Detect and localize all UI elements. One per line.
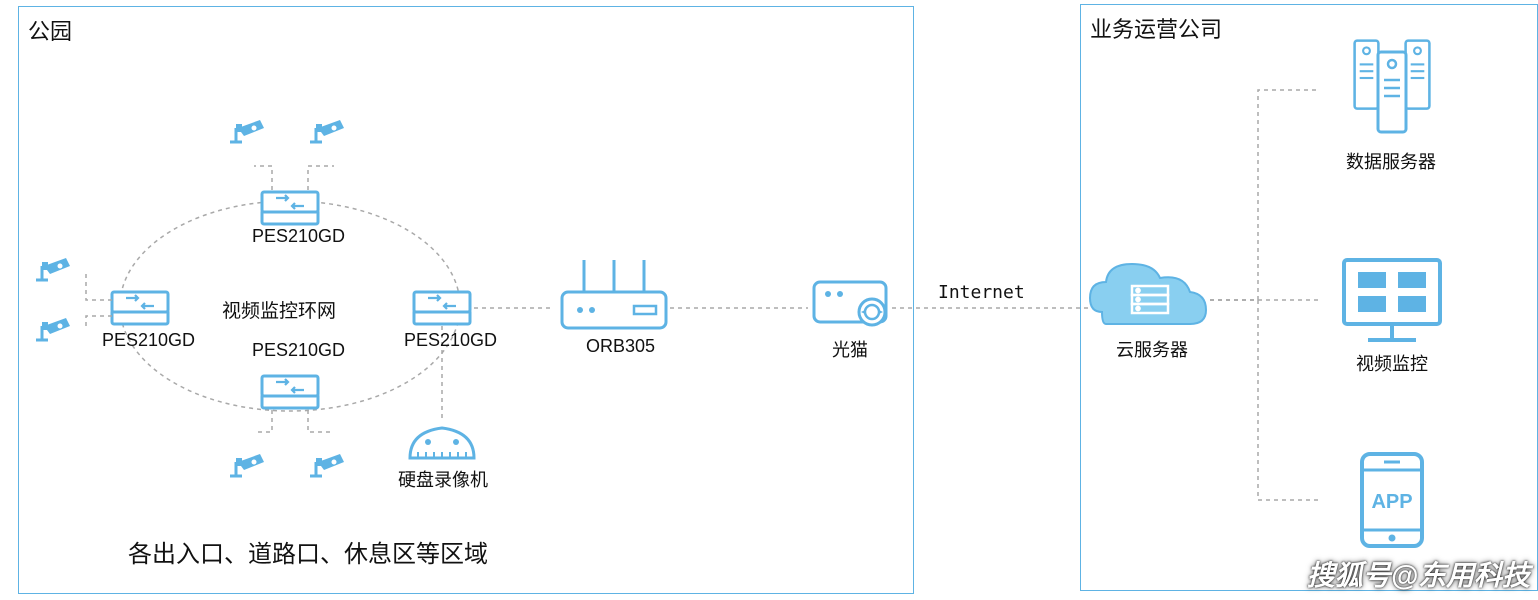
camera-icon xyxy=(230,454,264,476)
dvr-icon xyxy=(410,428,474,458)
cloud-server-icon xyxy=(1090,264,1206,324)
modem-label: 光猫 xyxy=(832,336,868,362)
ring-label: 视频监控环网 xyxy=(222,296,336,323)
switch-bottom-label: PES210GD xyxy=(252,340,345,361)
switch-top-label: PES210GD xyxy=(252,226,345,247)
switch-bottom-icon xyxy=(262,376,318,408)
switch-left-icon xyxy=(112,292,168,324)
data-server-label: 数据服务器 xyxy=(1346,148,1436,174)
area-caption: 各出入口、道路口、休息区等区域 xyxy=(128,534,488,569)
switch-left-label: PES210GD xyxy=(102,330,195,351)
switch-right-label: PES210GD xyxy=(404,330,497,351)
diagram-stage: APP 公园 业务运营公司 视频监控环网 PES210GD PES210GD P… xyxy=(0,0,1538,600)
camera-icon xyxy=(36,258,70,280)
modem-icon xyxy=(814,282,886,325)
dvr-label: 硬盘录像机 xyxy=(398,466,488,492)
switch-top-icon xyxy=(262,192,318,224)
camera-icon xyxy=(36,318,70,340)
cloud-label: 云服务器 xyxy=(1116,336,1188,362)
svg-text:APP: APP xyxy=(1371,491,1412,513)
company-title: 业务运营公司 xyxy=(1090,12,1222,44)
camera-icon xyxy=(310,120,344,142)
router-icon xyxy=(562,260,666,328)
video-monitor-label: 视频监控 xyxy=(1356,350,1428,376)
camera-icon xyxy=(230,120,264,142)
park-title: 公园 xyxy=(28,14,72,46)
camera-icon xyxy=(310,454,344,476)
switch-right-icon xyxy=(414,292,470,324)
video-monitor-icon xyxy=(1344,260,1440,340)
router-label: ORB305 xyxy=(586,336,655,357)
mobile-app-icon: APP xyxy=(1362,454,1422,546)
internet-label: Internet xyxy=(938,282,1025,303)
data-server-icon xyxy=(1355,41,1430,132)
